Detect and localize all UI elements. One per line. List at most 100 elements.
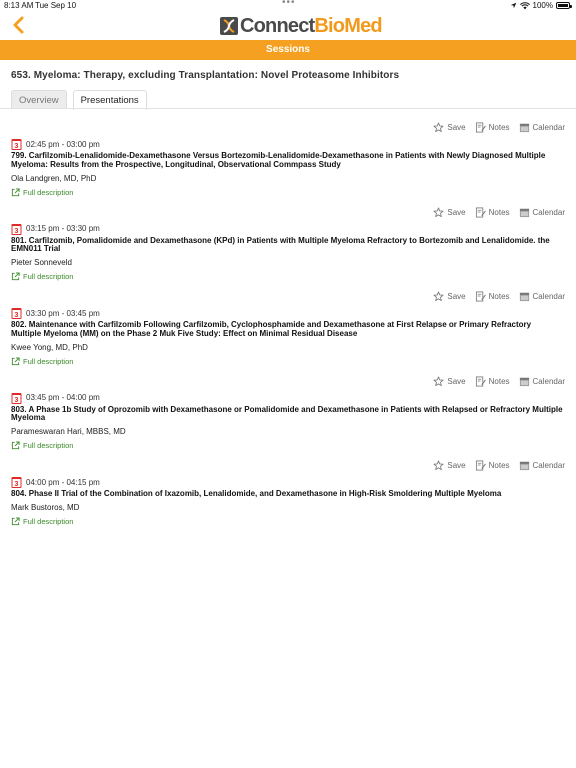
- full-description-label: Full description: [23, 441, 74, 451]
- calendar-button[interactable]: Calendar: [519, 376, 565, 387]
- calendar-badge-day: 3: [15, 481, 19, 488]
- notes-button[interactable]: Notes: [475, 122, 510, 133]
- full-description-link[interactable]: Full description: [11, 517, 73, 526]
- notes-button[interactable]: Notes: [475, 460, 510, 471]
- multitask-dots-icon[interactable]: •••: [282, 0, 296, 8]
- calendar-button[interactable]: Calendar: [519, 291, 565, 302]
- save-button[interactable]: Save: [433, 460, 466, 471]
- calendar-label: Calendar: [532, 123, 565, 132]
- presentation-title[interactable]: 804. Phase II Trial of the Combination o…: [11, 489, 563, 499]
- external-link-icon: [11, 272, 20, 281]
- sessions-header: Sessions: [0, 40, 576, 60]
- logo-text: ConnectBioMed: [240, 14, 383, 37]
- save-button[interactable]: Save: [433, 376, 466, 387]
- presenter-name: Parameswaran Hari, MBBS, MD: [11, 427, 126, 437]
- calendar-badge-icon: 3: [11, 139, 22, 150]
- presentation-title[interactable]: 801. Carfilzomib, Pomalidomide and Dexam…: [11, 236, 563, 255]
- battery-percent: 100%: [532, 1, 553, 10]
- notes-label: Notes: [488, 207, 510, 217]
- tab-bar: Overview Presentations: [11, 90, 147, 110]
- external-link-icon: [11, 517, 20, 525]
- full-description-label: Full description: [23, 187, 74, 197]
- session-title: 653. Myeloma: Therapy, excluding Transpl…: [11, 70, 400, 81]
- save-button[interactable]: Save: [433, 122, 466, 133]
- status-date: Tue Sep 10: [35, 1, 77, 10]
- presentation-item: Save Notes Calendar 3 02:45 pm - 03:00 p…: [0, 119, 576, 204]
- presentation-actions: Save Notes Calendar: [433, 460, 565, 471]
- status-bar: 8:13 AM Tue Sep 10 ••• 100%: [0, 0, 576, 12]
- calendar-badge-icon: 3: [11, 477, 22, 488]
- presentation-time: 04:00 pm - 04:15 pm: [26, 477, 100, 487]
- external-link-icon: [11, 188, 20, 196]
- notes-button[interactable]: Notes: [475, 207, 510, 218]
- save-label: Save: [447, 376, 466, 386]
- calendar-badge-day: 3: [15, 143, 19, 150]
- calendar-badge-day: 3: [15, 312, 19, 319]
- calendar-label: Calendar: [532, 207, 565, 217]
- calendar-button[interactable]: Calendar: [519, 122, 565, 133]
- presenter-name: Mark Bustoros, MD: [11, 502, 80, 512]
- calendar-icon: [519, 377, 529, 386]
- notes-button[interactable]: Notes: [475, 291, 510, 302]
- time-row: 3 04:00 pm - 04:15 pm: [11, 476, 100, 488]
- nav-bar: ConnectBioMed: [0, 12, 576, 40]
- battery-icon: [556, 2, 572, 9]
- star-icon: [433, 207, 444, 217]
- full-description-label: Full description: [23, 516, 74, 526]
- full-description-link[interactable]: Full description: [11, 441, 73, 450]
- tab-presentations[interactable]: Presentations: [72, 90, 147, 110]
- calendar-label: Calendar: [532, 461, 565, 470]
- presentation-time: 03:45 pm - 04:00 pm: [26, 393, 100, 402]
- presentation-item: Save Notes Calendar 3 04:00 pm - 04:15 p…: [0, 457, 576, 542]
- calendar-badge-icon: 3: [11, 392, 22, 404]
- save-button[interactable]: Save: [433, 207, 466, 218]
- save-label: Save: [447, 461, 466, 470]
- tabs-divider: [0, 108, 576, 109]
- full-description-link[interactable]: Full description: [11, 357, 73, 366]
- notes-label: Notes: [488, 376, 510, 386]
- calendar-button[interactable]: Calendar: [519, 460, 565, 471]
- calendar-label: Calendar: [532, 376, 565, 386]
- presenter-name: Kwee Yong, MD, PhD: [11, 342, 88, 352]
- presentation-actions: Save Notes Calendar: [433, 376, 565, 387]
- calendar-label: Calendar: [532, 292, 565, 301]
- time-row: 3 02:45 pm - 03:00 pm: [11, 138, 100, 150]
- notes-label: Notes: [488, 292, 510, 301]
- notes-icon: [475, 207, 486, 217]
- presentation-title[interactable]: 803. A Phase 1b Study of Oprozomib with …: [11, 405, 563, 424]
- full-description-link[interactable]: Full description: [11, 188, 73, 197]
- chevron-left-icon: [13, 16, 24, 34]
- star-icon: [433, 460, 444, 471]
- back-button[interactable]: [10, 15, 28, 35]
- presentation-time: 03:30 pm - 03:45 pm: [26, 308, 100, 318]
- calendar-icon: [519, 292, 529, 302]
- presentation-actions: Save Notes Calendar: [433, 122, 565, 133]
- tab-overview[interactable]: Overview: [11, 90, 67, 109]
- presenter-name: Pieter Sonneveld: [11, 258, 72, 268]
- presentation-time: 02:45 pm - 03:00 pm: [26, 139, 100, 149]
- full-description-label: Full description: [23, 272, 74, 282]
- connectbiomed-logo: ConnectBioMed: [220, 14, 383, 37]
- save-label: Save: [447, 292, 466, 301]
- calendar-icon: [519, 208, 529, 217]
- time-row: 3 03:15 pm - 03:30 pm: [11, 223, 100, 235]
- star-icon: [433, 376, 444, 386]
- save-label: Save: [447, 123, 466, 132]
- presentation-actions: Save Notes Calendar: [433, 207, 565, 218]
- calendar-icon: [519, 461, 529, 471]
- dna-icon: [220, 17, 238, 35]
- notes-label: Notes: [488, 461, 510, 470]
- save-button[interactable]: Save: [433, 291, 466, 302]
- presentation-title[interactable]: 802. Maintenance with Carfilzomib Follow…: [11, 320, 563, 339]
- presentation-title[interactable]: 799. Carfilzomib-Lenalidomide-Dexamethas…: [11, 151, 563, 170]
- presentation-item: Save Notes Calendar 3 03:45 pm - 04:00 p…: [0, 373, 576, 458]
- calendar-button[interactable]: Calendar: [519, 207, 565, 218]
- notes-button[interactable]: Notes: [475, 376, 510, 387]
- notes-label: Notes: [488, 123, 510, 132]
- presentation-item: Save Notes Calendar 3 03:15 pm - 03:30 p…: [0, 204, 576, 289]
- external-link-icon: [11, 441, 20, 450]
- calendar-badge-icon: 3: [11, 223, 22, 235]
- full-description-label: Full description: [23, 356, 74, 366]
- full-description-link[interactable]: Full description: [11, 272, 73, 281]
- external-link-icon: [11, 357, 20, 365]
